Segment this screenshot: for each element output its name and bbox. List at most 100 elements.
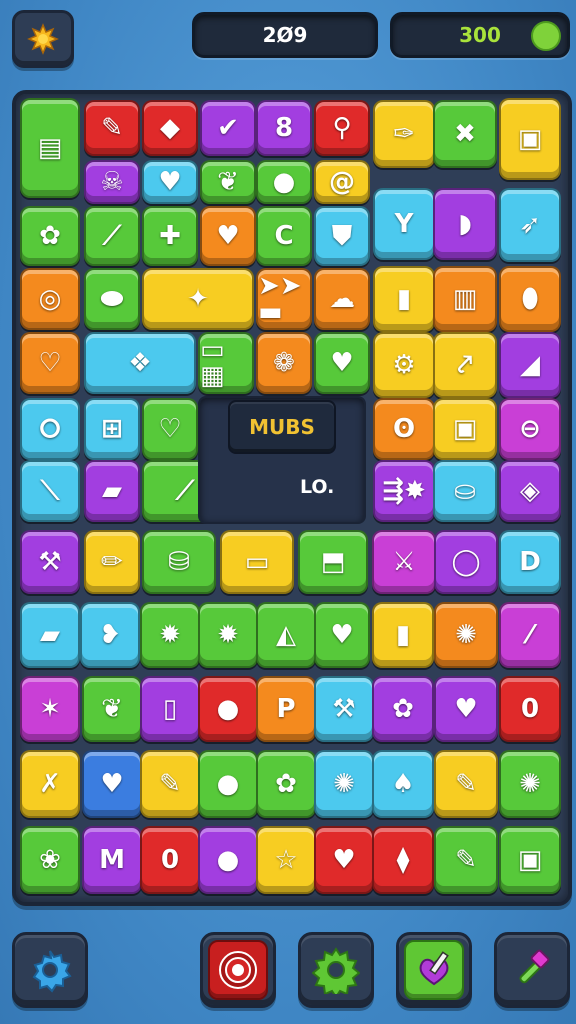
tile-eraser-2[interactable]: ▰	[20, 602, 80, 668]
tile-orb[interactable]: ●	[198, 676, 258, 742]
tile-eraser[interactable]: ▰	[84, 460, 140, 522]
tile-paper[interactable]: ▯	[140, 676, 200, 742]
tile-bear[interactable]: ʘ	[373, 398, 435, 460]
tile-crossed[interactable]: ✗	[20, 750, 80, 818]
tile-star[interactable]: ✦	[142, 268, 254, 330]
tile-pencil[interactable]: ✎	[84, 100, 140, 156]
tile-heart-dark[interactable]: ♥	[434, 676, 498, 742]
tile-gem-cyan[interactable]: ◈	[499, 460, 561, 522]
tile-heart[interactable]: ♥	[200, 206, 256, 266]
tile-can[interactable]: ▮	[372, 602, 434, 668]
tile-bar[interactable]: ▭	[220, 530, 294, 594]
tile-toggle[interactable]: ⊖	[499, 398, 561, 460]
tile-hearts[interactable]: ♡	[20, 332, 80, 394]
tile-m[interactable]: M	[82, 826, 142, 894]
tile-crayon[interactable]: ✏	[84, 530, 140, 594]
tile-gear-purple[interactable]: ✺	[314, 750, 374, 818]
tile-heart-red[interactable]: ♥	[314, 602, 370, 668]
tile-blob-green[interactable]: ❀	[20, 826, 80, 894]
tile-bag[interactable]: ▣	[499, 98, 561, 180]
tile-arrow-spark[interactable]: ⇶✸	[373, 460, 435, 522]
target-button[interactable]	[200, 932, 276, 1008]
tile-star-cyan[interactable]: ✹	[140, 602, 200, 668]
tile-x[interactable]: ✖	[433, 100, 497, 168]
tile-leaf-yellow[interactable]: ❦	[82, 676, 142, 742]
tile-heart-green[interactable]: ♡	[142, 398, 198, 460]
tile-slash[interactable]: ◢	[499, 332, 561, 398]
tile-capsule-red[interactable]: 0	[499, 676, 561, 742]
tile-cog-red[interactable]: ✺	[434, 602, 498, 668]
tile-skull[interactable]: ☠	[84, 160, 140, 204]
tile-heart-yellow[interactable]: ♥	[314, 332, 370, 394]
tile-pen-blue[interactable]: ✎	[140, 750, 200, 818]
tile-stick[interactable]: ⟋	[84, 206, 140, 266]
tile-flower-red[interactable]: ❁	[256, 332, 312, 394]
tile-crystal[interactable]: ❖	[84, 332, 196, 394]
tile-wand[interactable]: ⤤	[433, 332, 497, 398]
tile-star-cyan-2[interactable]: ✹	[198, 602, 258, 668]
tile-screen[interactable]: ▣	[433, 398, 497, 460]
tile-gem[interactable]: ◆	[142, 100, 198, 156]
tile-p[interactable]: P	[256, 676, 316, 742]
tile-heart-small[interactable]: ♥	[142, 160, 198, 204]
tile-heart-puzzle[interactable]: ❥	[80, 602, 140, 668]
tile-d[interactable]: D	[499, 530, 561, 594]
tile-capsule[interactable]: ◗	[433, 188, 497, 260]
tile-wrench[interactable]: ⚒	[20, 530, 80, 594]
tile-jar[interactable]: ⛁	[142, 530, 216, 594]
cog-button[interactable]	[298, 932, 374, 1008]
tile-cup[interactable]: Y	[373, 188, 435, 260]
tile-b-block[interactable]: 8	[256, 100, 312, 156]
tile-drop[interactable]: ♠	[372, 750, 434, 818]
tile-calc[interactable]: ⊞	[84, 398, 140, 460]
tile-bandage[interactable]: ✚	[142, 206, 198, 266]
tile-blob[interactable]: ✿	[372, 676, 434, 742]
tile-0[interactable]: 0	[140, 826, 200, 894]
tile-ball-green[interactable]: ●	[198, 826, 258, 894]
tile-bird[interactable]: ◭	[256, 602, 316, 668]
menu-button[interactable]	[12, 10, 74, 68]
tile-notepad[interactable]: ▤	[20, 98, 80, 198]
tile-magnifier[interactable]: ⚲	[314, 100, 370, 156]
tile-arrows[interactable]: ➤➤ ▬	[256, 268, 312, 330]
tile-leaf[interactable]: ❦	[200, 160, 256, 204]
edit-button[interactable]	[396, 932, 472, 1008]
tile-donut[interactable]: ⭘	[20, 398, 80, 460]
tile-battery[interactable]: ▭ ▦	[198, 332, 254, 394]
tile-ball[interactable]: ●	[256, 160, 312, 204]
tile-shovel[interactable]: ⚒	[314, 676, 374, 742]
hammer-button[interactable]	[494, 932, 570, 1008]
tile-splash[interactable]: ✶	[20, 676, 80, 742]
tile-splat[interactable]: ✿	[256, 750, 316, 818]
tile-brush[interactable]: ⟍	[20, 460, 80, 522]
tile-kite[interactable]: ⧫	[372, 826, 434, 894]
tile-book[interactable]: ▥	[433, 266, 497, 332]
tile-star-white[interactable]: ☆	[256, 826, 316, 894]
tile-tool[interactable]: ⚔	[372, 530, 436, 594]
tile-heart-green-2[interactable]: ♥	[314, 826, 374, 894]
tile-ring[interactable]: ◎	[20, 268, 80, 330]
tile-basket[interactable]: ⛀	[433, 460, 497, 522]
tile-apple[interactable]: ●	[198, 750, 258, 818]
tile-phone[interactable]: ▮	[373, 266, 435, 332]
tile-at[interactable]: @	[314, 160, 370, 204]
tile-bottle[interactable]: ⬮	[499, 266, 561, 332]
tile-shield[interactable]: ⛊	[314, 206, 370, 266]
settings-button[interactable]	[12, 932, 88, 1008]
tile-c[interactable]: C	[256, 206, 312, 266]
tile-feather[interactable]: ⁄	[499, 602, 561, 668]
tile-pen-pink[interactable]: ✎	[434, 826, 498, 894]
tile-box[interactable]: ⬒	[298, 530, 368, 594]
tile-carrot[interactable]: ➶	[499, 188, 561, 262]
tile-egg[interactable]: ⬬	[84, 268, 140, 330]
tile-flower[interactable]: ✿	[20, 206, 80, 266]
tile-frame[interactable]: ⚙	[373, 332, 435, 398]
tile-cube[interactable]: ▣	[499, 826, 561, 894]
center-label[interactable]: MUBS	[228, 400, 336, 454]
tile-cloud[interactable]: ☁	[314, 268, 370, 330]
tile-marker[interactable]: ✎	[434, 750, 498, 818]
tile-sun[interactable]: ✺	[499, 750, 561, 818]
tile-check[interactable]: ✔	[200, 100, 256, 156]
tile-o-ring[interactable]: ◯	[434, 530, 498, 594]
tile-pin[interactable]: ✑	[373, 100, 435, 168]
